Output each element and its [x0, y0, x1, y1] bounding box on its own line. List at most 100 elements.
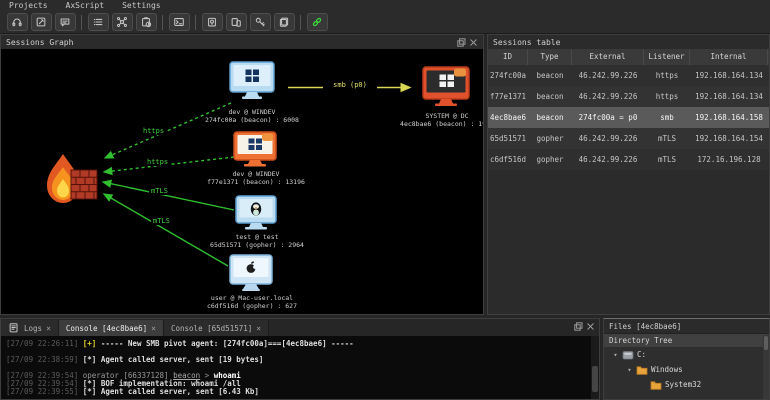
column-header-Listener[interactable]: Listener	[644, 49, 690, 65]
float-panel-icon[interactable]	[457, 38, 466, 47]
close-tab-icon[interactable]: ×	[46, 324, 51, 333]
script-editor-button[interactable]	[31, 13, 52, 31]
jobs-button[interactable]	[136, 13, 157, 31]
connection-icon	[311, 16, 323, 28]
chevron-down-icon[interactable]: ▾	[626, 366, 633, 374]
close-panel-icon[interactable]	[469, 38, 478, 47]
sessions-table-icon	[92, 16, 104, 28]
console-output[interactable]: [27/09 22:26:11] [+] ----- New SMB pivot…	[1, 336, 599, 399]
screens-button[interactable]	[274, 13, 295, 31]
close-tab-icon[interactable]: ×	[256, 324, 261, 333]
cell: mTLS	[644, 155, 690, 164]
console-tab-bar: Logs×Console [4ec8bae6]×Console [65d5157…	[1, 319, 599, 336]
toolbar-separator	[300, 15, 301, 30]
cell: 274fc00a = p0	[572, 113, 644, 122]
credentials-button[interactable]	[250, 13, 271, 31]
files-title-bar: Files [4ec8bae6]	[604, 319, 769, 334]
tunnels-button[interactable]	[226, 13, 247, 31]
logs-icon	[8, 322, 20, 334]
chat-button[interactable]	[55, 13, 76, 31]
sessions-graph-button[interactable]	[112, 13, 133, 31]
cell: beacon	[528, 113, 572, 122]
console-scrollbar[interactable]	[591, 336, 599, 399]
column-header-Internal[interactable]: Internal	[690, 49, 768, 65]
menu-item-projects[interactable]: Projects	[0, 1, 57, 10]
badge-icon	[262, 134, 273, 142]
cell: c6df516d	[488, 155, 528, 164]
connection-button[interactable]	[307, 13, 328, 31]
column-header-ID[interactable]: ID	[488, 49, 528, 65]
node-c6df516d[interactable]	[230, 255, 272, 291]
cell: 46.242.99.226	[572, 92, 644, 101]
node-65d51571[interactable]	[236, 196, 276, 230]
vault-icon	[206, 16, 218, 28]
node-4ec8bae6[interactable]	[423, 67, 469, 106]
close-tab-icon[interactable]: ×	[151, 324, 156, 333]
files-panel: Files [4ec8bae6] Directory Tree ▾C:▾Wind…	[603, 318, 770, 400]
tab-logs[interactable]: Logs×	[1, 320, 59, 336]
session-row-4ec8bae6[interactable]: 4ec8bae6beacon274fc00a = p0smb192.168.16…	[488, 107, 770, 128]
tree-item-System32[interactable]: System32	[604, 377, 769, 392]
console-segment: Agent called server, sent [6.43 Kb]	[96, 387, 259, 396]
sessions-table-panel: Sessions table IDTypeExternalListenerInt…	[487, 34, 770, 315]
float-panel-icon[interactable]	[574, 322, 583, 331]
cell: https	[644, 92, 690, 101]
cell: 172.16.196.128	[690, 155, 768, 164]
vault-button[interactable]	[202, 13, 223, 31]
cell: 192.168.164.154	[690, 134, 768, 143]
menu-item-axscript[interactable]: AxScript	[57, 1, 114, 10]
chat-icon	[59, 16, 71, 28]
cell: f77e1371	[488, 92, 528, 101]
session-row-65d51571[interactable]: 65d51571gopher46.242.99.226mTLS192.168.1…	[488, 128, 770, 149]
sessions-graph-canvas[interactable]: dev @ WINDEV274fc00a (beacon) : 6008 SYS…	[1, 49, 483, 314]
session-row-274fc00a[interactable]: 274fc00abeacon46.242.99.226https192.168.…	[488, 65, 770, 86]
toolbar	[0, 11, 770, 34]
script-editor-icon	[35, 16, 47, 28]
cell: 65d51571	[488, 134, 528, 143]
menu-item-settings[interactable]: Settings	[113, 1, 170, 10]
credentials-icon	[254, 16, 266, 28]
close-panel-icon[interactable]	[586, 322, 595, 331]
cell: 4ec8bae6	[488, 113, 528, 122]
sessions-table-button[interactable]	[88, 13, 109, 31]
terminal-button[interactable]	[169, 13, 190, 31]
edge-label-mtls: mTLS	[149, 187, 170, 195]
terminal-icon	[173, 16, 185, 28]
node-f77e1371[interactable]	[234, 132, 276, 167]
app-window: { "menu": { "items": [ {"label":"Project…	[0, 0, 770, 400]
tab-console-65d51571-[interactable]: Console [65d51571]×	[164, 320, 269, 336]
sessions-graph-panel: Sessions Graph	[0, 34, 484, 315]
folder-icon	[636, 364, 648, 376]
column-header-Type[interactable]: Type	[528, 49, 572, 65]
jobs-icon	[140, 16, 152, 28]
cell: mTLS	[644, 134, 690, 143]
node-caption: test @ test65d51571 (gopher) : 2964	[177, 234, 337, 249]
edge-label-mtls: mTLS	[151, 217, 172, 225]
node-caption: user @ Mac-user.localc6df516d (gopher) :…	[172, 295, 332, 310]
session-row-c6df516d[interactable]: c6df516dgopher46.242.99.226mTLS172.16.19…	[488, 149, 770, 170]
session-row-f77e1371[interactable]: f77e1371beacon46.242.99.226https192.168.…	[488, 86, 770, 107]
node-caption: dev @ WINDEV274fc00a (beacon) : 6008	[172, 109, 332, 124]
toolbar-separator	[81, 15, 82, 30]
node-caption: SYSTEM @ DC4ec8bae6 (beacon) : 1904	[367, 113, 483, 128]
tree-item-Windows[interactable]: ▾Windows	[604, 362, 769, 377]
tree-scrollbar[interactable]	[763, 335, 769, 399]
console-segment: [*]	[83, 387, 97, 396]
column-header-External[interactable]: External	[572, 49, 644, 65]
listeners-button[interactable]	[7, 13, 28, 31]
screens-icon	[278, 16, 290, 28]
console-panel: Logs×Console [4ec8bae6]×Console [65d5157…	[0, 318, 600, 400]
node-caption: dev @ WINDEVf77e1371 (beacon) : 13196	[176, 171, 336, 186]
node-firewall[interactable]	[47, 154, 97, 203]
sessions-table-header: IDTypeExternalListenerInternal	[488, 49, 770, 65]
tab-console-4ec8bae6-[interactable]: Console [4ec8bae6]×	[59, 320, 164, 336]
node-274fc00a[interactable]	[230, 62, 274, 99]
directory-tree: ▾C:▾WindowsSystem32	[604, 347, 769, 392]
chevron-down-icon[interactable]: ▾	[612, 351, 619, 359]
drive-icon	[622, 349, 634, 361]
folder-icon	[650, 379, 662, 391]
badge-icon	[454, 69, 466, 77]
cell: https	[644, 71, 690, 80]
tree-item-C[interactable]: ▾C:	[604, 347, 769, 362]
panel-title: Sessions table	[493, 38, 560, 47]
